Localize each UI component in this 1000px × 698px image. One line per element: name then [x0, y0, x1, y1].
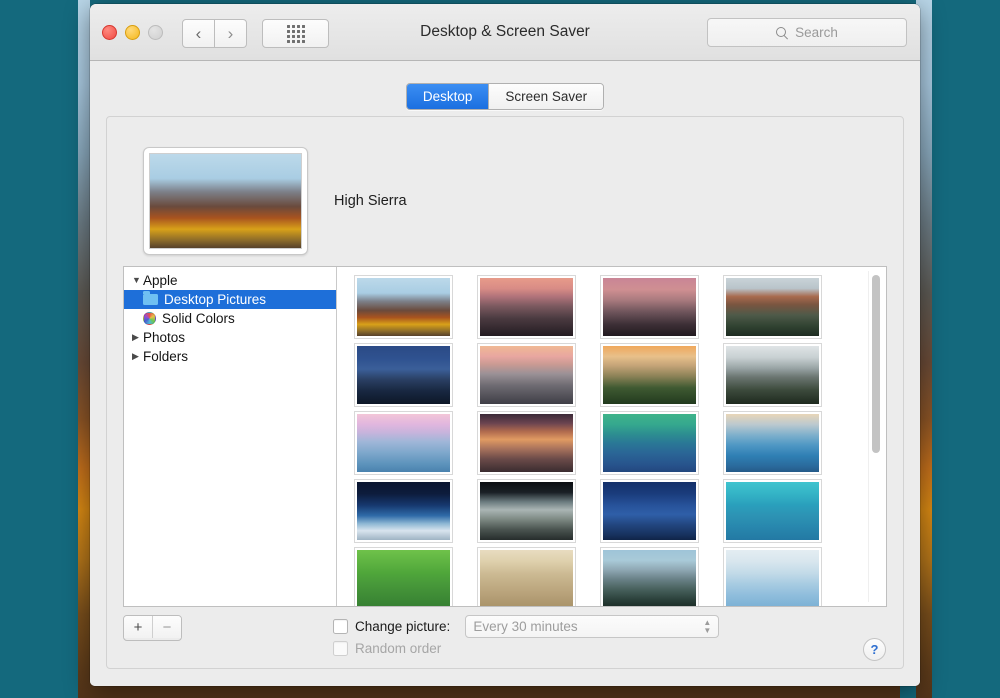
wallpaper-thumbnail[interactable] — [601, 276, 698, 338]
wallpaper-thumbnail-image — [357, 346, 450, 404]
wallpaper-thumbnail-image — [480, 550, 573, 606]
sidebar-item-label: Folders — [143, 349, 189, 364]
wallpaper-thumbnail[interactable] — [478, 548, 575, 606]
high-sierra-preview-image — [149, 153, 302, 249]
sidebar-item-folders[interactable]: ▶ Folders — [124, 347, 336, 366]
change-interval-value: Every 30 minutes — [473, 619, 578, 634]
current-wallpaper-preview[interactable] — [143, 147, 308, 255]
desktop-settings-panel: High Sierra ▼ Apple Desktop Pictures Sol… — [106, 116, 904, 669]
window-titlebar: ‹ › Desktop & Screen Saver Search — [90, 4, 920, 61]
sidebar-item-label: Apple — [143, 273, 178, 288]
random-order-checkbox[interactable] — [333, 641, 348, 656]
current-wallpaper-preview-row: High Sierra — [143, 147, 407, 255]
wallpaper-thumbnail[interactable] — [478, 344, 575, 406]
wallpaper-thumbnail-image — [603, 278, 696, 336]
wallpaper-thumbnail-grid — [355, 276, 858, 606]
disclosure-triangle-collapsed-icon[interactable]: ▶ — [132, 352, 143, 361]
sidebar-item-label: Desktop Pictures — [164, 292, 267, 307]
disclosure-triangle-collapsed-icon[interactable]: ▶ — [132, 333, 143, 342]
wallpaper-thumbnail[interactable] — [355, 276, 452, 338]
change-picture-row: Change picture: Every 30 minutes ▲ ▼ — [333, 615, 720, 638]
window-body: Desktop Screen Saver High Sierra ▼ Apple — [90, 61, 920, 686]
wallpaper-thumbnail[interactable] — [478, 480, 575, 542]
wallpaper-thumbnail-image — [726, 482, 819, 540]
wallpaper-thumbnail-image — [480, 414, 573, 472]
current-wallpaper-name: High Sierra — [334, 193, 407, 209]
wallpaper-thumbnail-image — [726, 278, 819, 336]
wallpaper-thumbnail-image — [357, 414, 450, 472]
folder-icon — [143, 291, 158, 305]
wallpaper-source-list[interactable]: ▼ Apple Desktop Pictures Solid Colors ▶ … — [124, 267, 337, 606]
wallpaper-thumbnail[interactable] — [724, 344, 821, 406]
wallpaper-thumbnail-image — [603, 414, 696, 472]
add-folder-button[interactable]: + — [124, 616, 152, 638]
wallpaper-thumbnail[interactable] — [478, 276, 575, 338]
sidebar-item-apple[interactable]: ▼ Apple — [124, 271, 336, 290]
search-icon — [776, 26, 788, 39]
wallpaper-thumbnail[interactable] — [355, 548, 452, 606]
wallpaper-thumbnail[interactable] — [724, 548, 821, 606]
wallpaper-thumbnail[interactable] — [724, 480, 821, 542]
change-picture-checkbox[interactable] — [333, 619, 348, 634]
wallpaper-thumbnail[interactable] — [478, 412, 575, 474]
thumbnail-scrollbar-thumb[interactable] — [872, 275, 880, 453]
wallpaper-thumbnail-image — [480, 346, 573, 404]
search-input[interactable]: Search — [707, 18, 907, 47]
sidebar-item-solid-colors[interactable]: Solid Colors — [124, 309, 336, 328]
thumbnail-scrollbar-track[interactable] — [868, 271, 882, 602]
wallpaper-thumbnail-image — [357, 482, 450, 540]
wallpaper-thumbnail[interactable] — [355, 344, 452, 406]
wallpaper-thumbnail-image — [603, 550, 696, 606]
wallpaper-thumbnail[interactable] — [355, 412, 452, 474]
change-picture-label: Change picture: — [355, 619, 451, 634]
source-and-thumbnail-split: ▼ Apple Desktop Pictures Solid Colors ▶ … — [123, 266, 887, 607]
wallpaper-thumbnail-image — [726, 414, 819, 472]
sidebar-item-photos[interactable]: ▶ Photos — [124, 328, 336, 347]
wallpaper-thumbnail-image — [603, 346, 696, 404]
help-button[interactable]: ? — [863, 638, 886, 661]
wallpaper-thumbnail-image — [480, 278, 573, 336]
system-preferences-window: ‹ › Desktop & Screen Saver Search Deskto… — [90, 4, 920, 686]
color-wheel-icon — [143, 312, 156, 325]
disclosure-triangle-expanded-icon[interactable]: ▼ — [132, 276, 143, 285]
tab-bar: Desktop Screen Saver — [90, 83, 920, 110]
wallpaper-thumbnail[interactable] — [601, 344, 698, 406]
remove-folder-button[interactable]: − — [152, 616, 181, 638]
wallpaper-thumbnail[interactable] — [355, 480, 452, 542]
tab-screen-saver[interactable]: Screen Saver — [488, 84, 604, 109]
wallpaper-thumbnail-image — [357, 550, 450, 606]
wallpaper-thumbnail-image — [357, 278, 450, 336]
desktop-wallpaper-left-strip — [78, 0, 90, 698]
wallpaper-thumbnail-area — [337, 267, 886, 606]
sidebar-item-desktop-pictures[interactable]: Desktop Pictures — [124, 290, 336, 309]
wallpaper-thumbnail[interactable] — [601, 412, 698, 474]
sidebar-item-label: Photos — [143, 330, 186, 345]
tab-desktop[interactable]: Desktop — [406, 84, 489, 109]
random-order-label: Random order — [355, 641, 442, 656]
wallpaper-thumbnail[interactable] — [601, 480, 698, 542]
wallpaper-thumbnail-image — [726, 346, 819, 404]
wallpaper-thumbnail[interactable] — [601, 548, 698, 606]
change-interval-dropdown[interactable]: Every 30 minutes ▲ ▼ — [465, 615, 720, 638]
add-remove-folder-buttons: + − — [123, 615, 182, 641]
search-placeholder: Search — [795, 25, 838, 40]
random-order-row: Random order — [333, 641, 441, 656]
wallpaper-thumbnail-image — [480, 482, 573, 540]
wallpaper-thumbnail[interactable] — [724, 412, 821, 474]
sidebar-item-label: Solid Colors — [162, 311, 235, 326]
stepper-arrows-icon[interactable]: ▲ ▼ — [703, 619, 711, 635]
wallpaper-thumbnail[interactable] — [724, 276, 821, 338]
wallpaper-thumbnail-image — [726, 550, 819, 606]
wallpaper-thumbnail-image — [603, 482, 696, 540]
